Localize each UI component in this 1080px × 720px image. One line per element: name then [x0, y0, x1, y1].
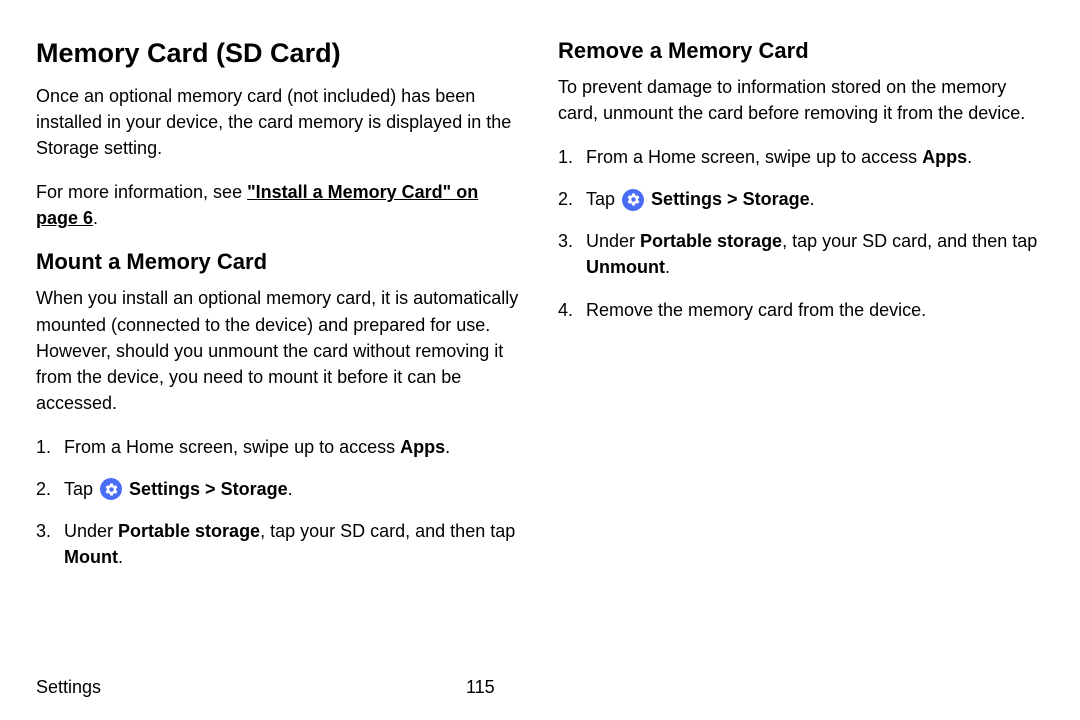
step-suffix: .	[118, 547, 123, 567]
remove-section: Remove a Memory Card To prevent damage t…	[558, 38, 1044, 323]
step-bold: Unmount	[586, 257, 665, 277]
remove-heading: Remove a Memory Card	[558, 38, 1044, 64]
step-suffix: .	[810, 189, 815, 209]
step-bold: Portable storage	[118, 521, 260, 541]
mount-body: When you install an optional memory card…	[36, 285, 522, 415]
mount-steps: From a Home screen, swipe up to access A…	[36, 434, 522, 570]
right-column: Remove a Memory Card To prevent damage t…	[558, 38, 1044, 592]
left-column: Memory Card (SD Card) Once an optional m…	[36, 38, 522, 592]
step-text: From a Home screen, swipe up to access	[586, 147, 922, 167]
more-info-suffix: .	[93, 208, 98, 228]
footer-section-label: Settings	[36, 677, 466, 698]
page-footer: Settings 115	[36, 677, 1044, 698]
step-suffix: .	[967, 147, 972, 167]
step-text: Tap	[586, 189, 620, 209]
step-mid: , tap your SD card, and then tap	[260, 521, 515, 541]
step-suffix: .	[665, 257, 670, 277]
settings-gear-icon	[622, 189, 644, 211]
mount-step-1: From a Home screen, swipe up to access A…	[36, 434, 522, 460]
settings-gear-icon	[100, 478, 122, 500]
step-text: Tap	[64, 479, 98, 499]
mount-step-2: Tap Settings > Storage.	[36, 476, 522, 502]
step-bold: Settings > Storage	[129, 479, 288, 499]
main-heading: Memory Card (SD Card)	[36, 38, 522, 69]
remove-step-3: Under Portable storage, tap your SD card…	[558, 228, 1044, 280]
remove-step-1: From a Home screen, swipe up to access A…	[558, 144, 1044, 170]
step-suffix: .	[288, 479, 293, 499]
step-text: From a Home screen, swipe up to access	[64, 437, 400, 457]
step-suffix: .	[445, 437, 450, 457]
step-bold: Apps	[922, 147, 967, 167]
mount-section: Mount a Memory Card When you install an …	[36, 249, 522, 570]
step-bold: Apps	[400, 437, 445, 457]
step-mid: , tap your SD card, and then tap	[782, 231, 1037, 251]
remove-steps: From a Home screen, swipe up to access A…	[558, 144, 1044, 322]
mount-step-3: Under Portable storage, tap your SD card…	[36, 518, 522, 570]
remove-body: To prevent damage to information stored …	[558, 74, 1044, 126]
step-bold: Settings > Storage	[651, 189, 810, 209]
step-bold: Portable storage	[640, 231, 782, 251]
remove-step-2: Tap Settings > Storage.	[558, 186, 1044, 212]
mount-heading: Mount a Memory Card	[36, 249, 522, 275]
more-info-paragraph: For more information, see "Install a Mem…	[36, 179, 522, 231]
step-text: Under	[64, 521, 118, 541]
intro-paragraph: Once an optional memory card (not includ…	[36, 83, 522, 161]
page-number: 115	[466, 677, 495, 698]
step-bold: Mount	[64, 547, 118, 567]
step-text: Under	[586, 231, 640, 251]
more-info-prefix: For more information, see	[36, 182, 247, 202]
remove-step-4: Remove the memory card from the device.	[558, 297, 1044, 323]
